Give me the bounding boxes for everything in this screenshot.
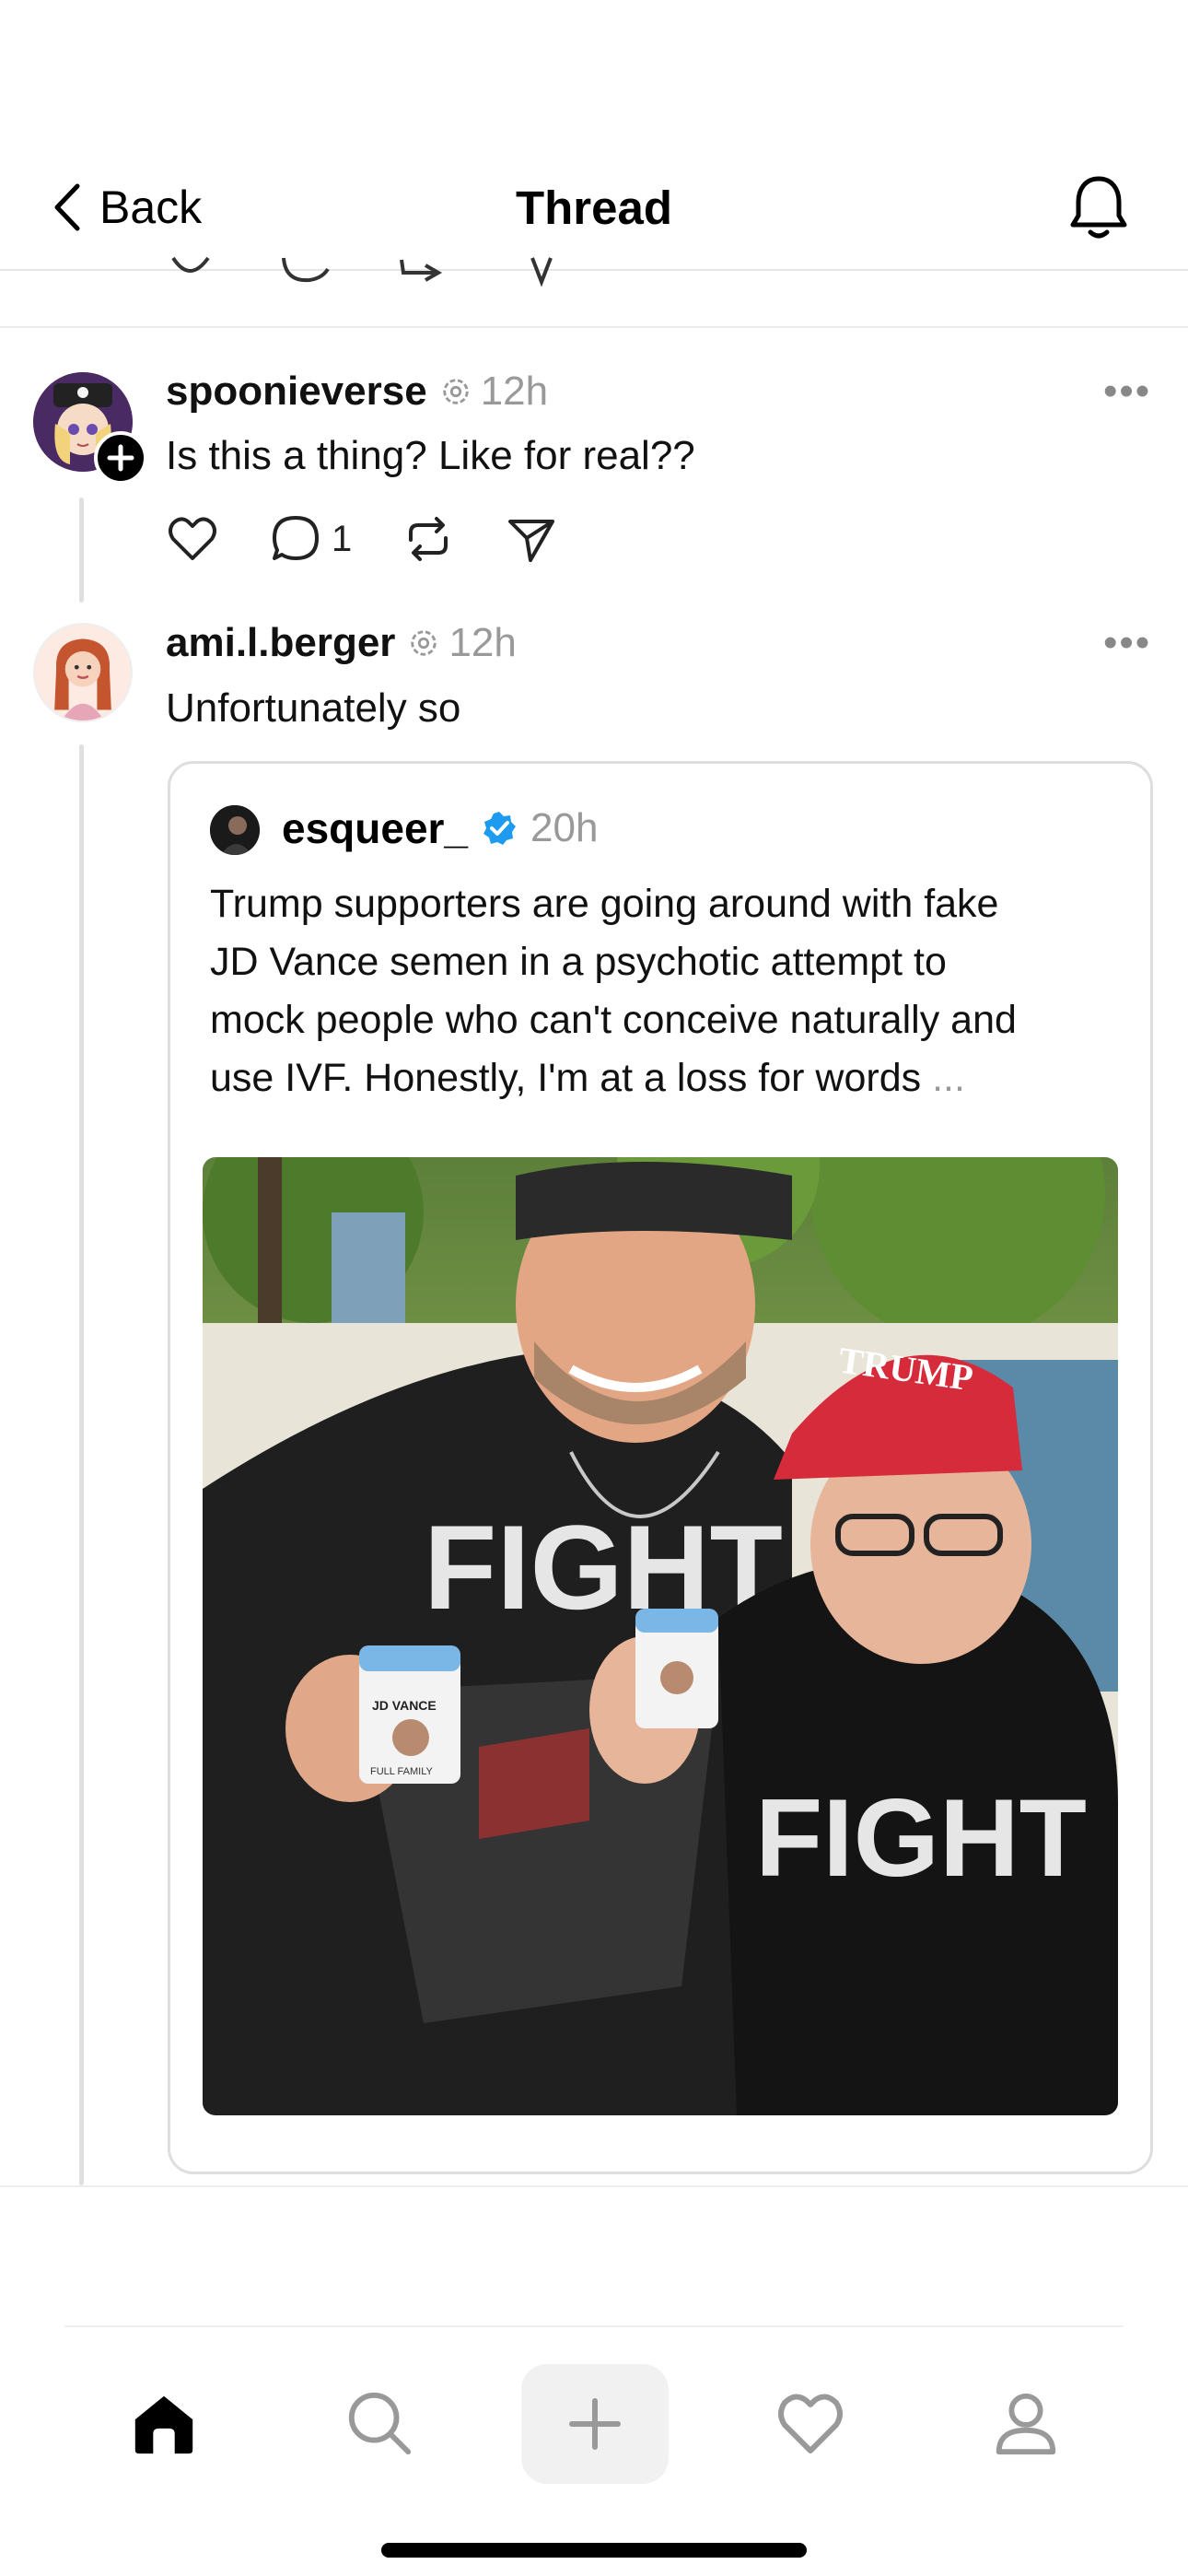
share-button[interactable] (505, 512, 558, 566)
tab-bar-divider (64, 2325, 1124, 2327)
cup-sub: FULL FAMILY (370, 1766, 434, 1777)
tab-search[interactable] (333, 2377, 425, 2469)
plus-icon (107, 444, 134, 472)
send-icon (508, 520, 555, 562)
avatar[interactable] (33, 623, 133, 722)
home-icon (134, 2395, 193, 2454)
heart-icon (169, 517, 216, 560)
username[interactable]: spoonieverse (166, 369, 427, 415)
avatar-image (210, 805, 260, 855)
post-text: Unfortunately so (166, 685, 461, 731)
share-icon (530, 257, 553, 287)
quoted-text-line: use IVF. Honestly, I'm at a loss for wor… (210, 1056, 922, 1100)
comment-icon (282, 257, 330, 283)
threads-sync-icon (411, 630, 437, 656)
tab-profile[interactable] (980, 2377, 1072, 2469)
reply-count: 1 (332, 518, 353, 559)
plus-icon (569, 2398, 621, 2450)
heart-icon (171, 256, 210, 273)
search-icon (348, 2392, 412, 2455)
quoted-text-line-last: use IVF. Honestly, I'm at a loss for wor… (210, 1049, 1122, 1107)
like-button[interactable] (166, 512, 219, 566)
post-header: spoonieverse 12h (166, 369, 548, 415)
repost-button[interactable] (402, 512, 455, 566)
post-header: ami.l.berger 12h (166, 620, 517, 666)
home-indicator[interactable] (381, 2543, 807, 2558)
threads-sync-icon (442, 379, 469, 404)
username[interactable]: ami.l.berger (166, 620, 395, 666)
comment-icon (273, 516, 319, 560)
tab-home[interactable] (118, 2377, 210, 2469)
avatar-image (35, 625, 131, 720)
quoted-text-line: Trump supporters are going around with f… (210, 882, 999, 926)
content-divider (0, 2185, 1188, 2187)
previous-post-actions (171, 256, 553, 287)
post-divider (0, 326, 1188, 328)
thread-line (79, 744, 84, 2185)
tab-activity[interactable] (764, 2377, 856, 2469)
post-time: 12h (480, 369, 549, 414)
profile-icon (996, 2393, 1056, 2455)
post-actions: 1 (166, 512, 558, 566)
cup-label: JD VANCE (372, 1698, 437, 1713)
post-time: 12h (448, 620, 517, 665)
photo-illustration: FIGHT TRUMP FIGHT JD VANCE FULL FAMILY (203, 1157, 1118, 2115)
post-meta: 12h (408, 620, 517, 666)
tab-compose[interactable] (521, 2364, 669, 2484)
quoted-text-line: JD Vance semen in a psychotic attempt to (210, 940, 947, 984)
quoted-post-time: 20h (530, 805, 599, 850)
quoted-avatar[interactable] (210, 805, 260, 855)
quoted-post-header: esqueer_ 20h (282, 803, 598, 853)
repost-icon (409, 517, 448, 561)
follow-button[interactable] (94, 431, 147, 485)
quoted-post-text: Trump supporters are going around with f… (210, 875, 1122, 1107)
post-text: Is this a thing? Like for real?? (166, 433, 695, 478)
post-image[interactable]: FIGHT TRUMP FIGHT JD VANCE FULL FAMILY (203, 1157, 1118, 2115)
see-more-ellipsis[interactable]: ... (932, 1056, 965, 1100)
bell-icon[interactable] (1068, 173, 1129, 243)
reply-button[interactable]: 1 (269, 512, 352, 566)
shirt-text-right: FIGHT (755, 1776, 1087, 1900)
heart-icon (778, 2394, 843, 2453)
thread-line (79, 498, 84, 603)
verified-badge-icon (483, 812, 517, 845)
quoted-text-line: mock people who can't conceive naturally… (210, 998, 1017, 1042)
post-meta: 12h (440, 369, 548, 415)
page-title: Thread (515, 181, 673, 234)
more-options-button[interactable]: ••• (1103, 620, 1151, 666)
more-options-button[interactable]: ••• (1103, 369, 1151, 415)
quoted-username[interactable]: esqueer_ (282, 803, 468, 853)
repost-icon (400, 259, 443, 282)
